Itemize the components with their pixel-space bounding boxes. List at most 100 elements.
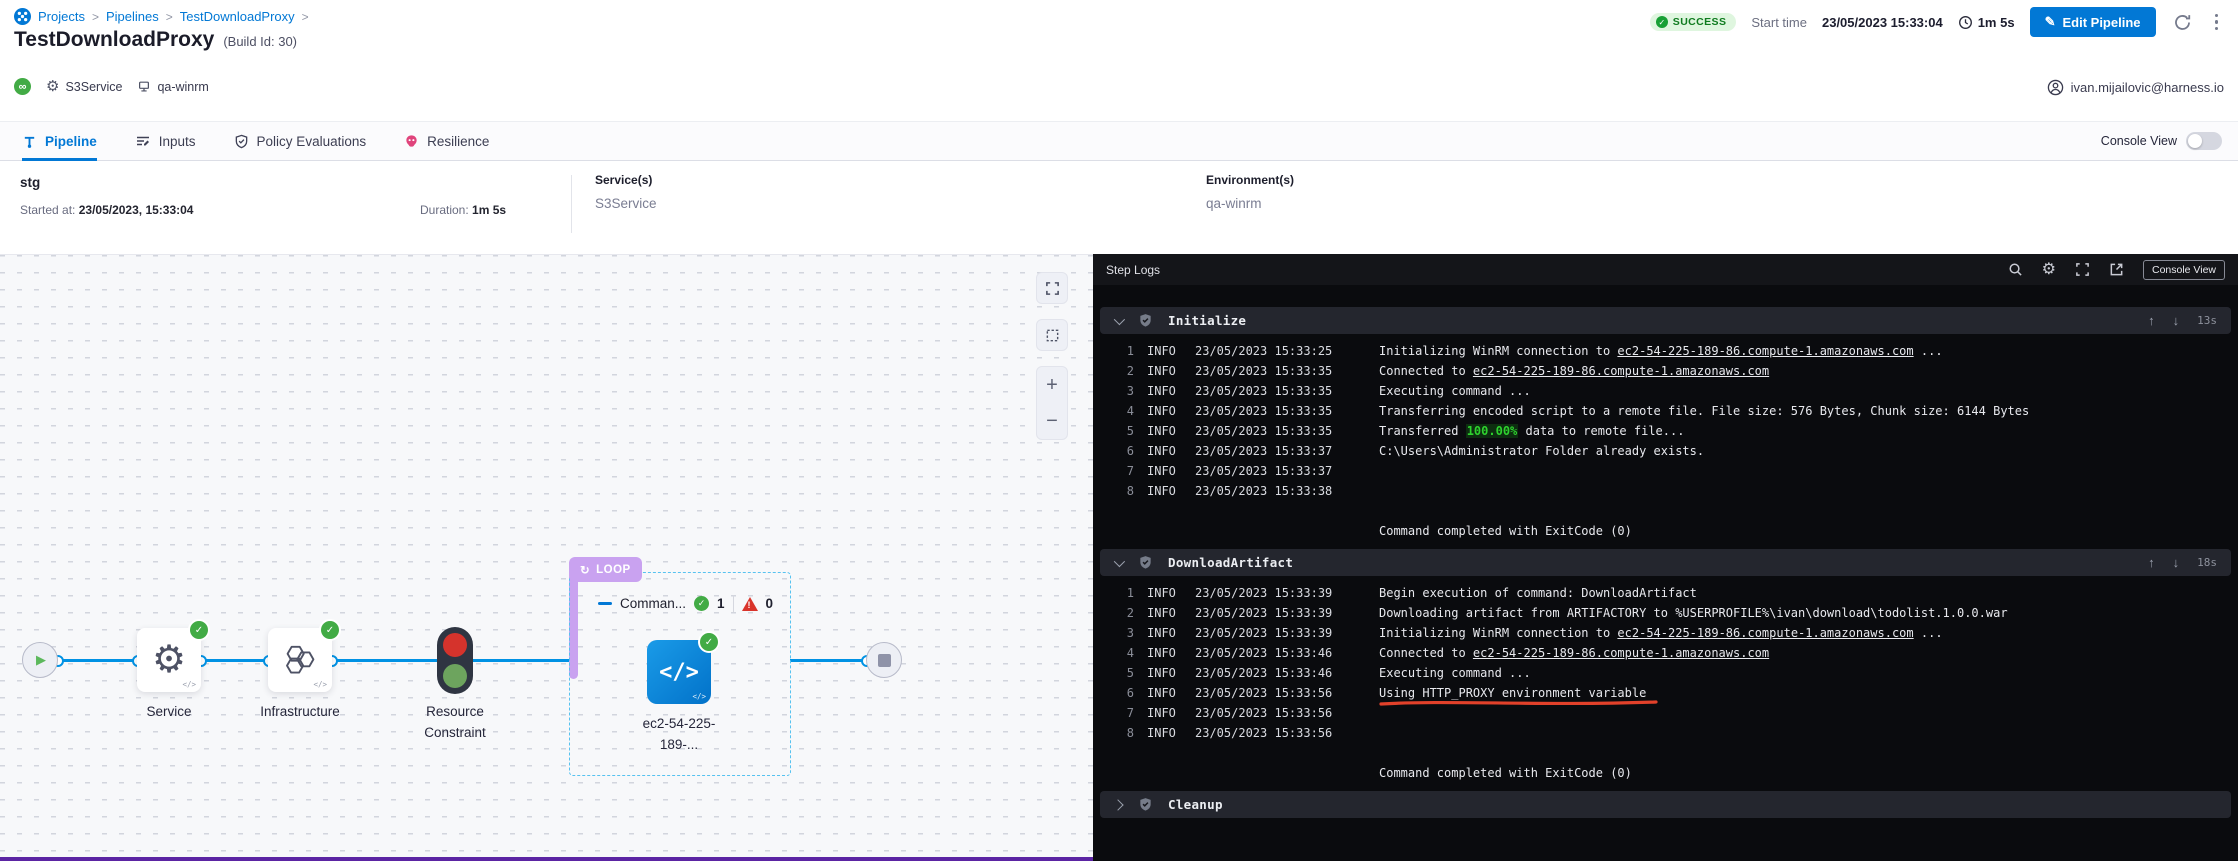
breadcrumb-separator: > — [92, 10, 99, 24]
end-node[interactable] — [866, 642, 902, 678]
environment-value[interactable]: qa-winrm — [1206, 196, 1294, 211]
log-timestamp: 23/05/2023 15:33:37 — [1195, 461, 1379, 481]
log-line: 7INFO23/05/2023 15:33:56 — [1100, 703, 2231, 723]
scroll-down-icon[interactable]: ↓ — [2173, 313, 2180, 328]
tab-inputs-label: Inputs — [159, 134, 196, 149]
duration-chip: 1m 5s — [1958, 15, 2015, 30]
divider — [571, 175, 572, 233]
tab-policy-evaluations[interactable]: Policy Evaluations — [234, 122, 367, 160]
zoom-out-button[interactable]: − — [1046, 411, 1058, 431]
log-link[interactable]: ec2-54-225-189-86.compute-1.amazonaws.co… — [1617, 626, 1913, 640]
log-text: Initializing WinRM connection to — [1379, 344, 1617, 358]
status-label: SUCCESS — [1673, 16, 1727, 28]
log-line: 5INFO23/05/2023 15:33:46Executing comman… — [1100, 663, 2231, 683]
log-timestamp: 23/05/2023 15:33:39 — [1195, 603, 1379, 623]
log-link[interactable]: ec2-54-225-189-86.compute-1.amazonaws.co… — [1617, 344, 1913, 358]
console-view-toggle[interactable] — [2186, 132, 2222, 150]
log-timestamp: 23/05/2023 15:33:38 — [1195, 481, 1379, 501]
scroll-down-icon[interactable]: ↓ — [2173, 555, 2180, 570]
step-logs-panel: Step Logs ⚙ Console View Initialize↑↓13s… — [1093, 254, 2238, 861]
breadcrumb-pipeline-name[interactable]: TestDownloadProxy — [180, 9, 295, 24]
connector-line — [471, 659, 569, 662]
resource-constraint-node[interactable] — [437, 627, 473, 694]
console-view-button[interactable]: Console View — [2143, 260, 2225, 280]
stage-duration-value: 1m 5s — [472, 203, 506, 217]
service-node[interactable]: ⚙ ✓ </> — [137, 628, 201, 692]
log-message: Executing command ... — [1379, 381, 1531, 401]
log-line-number: 3 — [1100, 381, 1134, 401]
log-message: Connected to ec2-54-225-189-86.compute-1… — [1379, 643, 1769, 663]
log-message: Initializing WinRM connection to ec2-54-… — [1379, 341, 1943, 361]
log-footer-line: Command completed with ExitCode (0) — [1100, 521, 2231, 541]
log-timestamp: 23/05/2023 15:33:35 — [1195, 361, 1379, 381]
expand-icon[interactable] — [2075, 262, 2090, 277]
log-text: Executing command ... — [1379, 666, 1531, 680]
log-line: 1INFO23/05/2023 15:33:39Begin execution … — [1100, 583, 2231, 603]
environments-label: Environment(s) — [1206, 173, 1294, 187]
log-level: INFO — [1147, 623, 1187, 643]
warning-triangle-icon — [742, 597, 758, 611]
fit-to-screen-button[interactable] — [1036, 272, 1068, 304]
command-group-header[interactable]: Comman... ✓ 1 0 — [598, 595, 773, 612]
log-section-content: 1INFO23/05/2023 15:33:25Initializing Win… — [1100, 334, 2231, 547]
step-logs-title: Step Logs — [1106, 263, 1160, 277]
log-settings-gear-icon[interactable]: ⚙ — [2042, 262, 2056, 278]
tab-inputs[interactable]: Inputs — [135, 122, 196, 160]
pipeline-canvas[interactable]: ▶ ⚙ ✓ </> Service ✓ </> Infrastructure R… — [0, 254, 1093, 861]
environment-tag[interactable]: qa-winrm — [137, 80, 208, 94]
gear-icon: ⚙ — [46, 79, 59, 94]
log-timestamp: 23/05/2023 15:33:25 — [1195, 341, 1379, 361]
search-icon[interactable] — [2008, 262, 2023, 277]
scroll-up-icon[interactable]: ↑ — [2148, 313, 2155, 328]
log-section-header[interactable]: Cleanup — [1100, 791, 2231, 818]
log-footer-line: Command completed with ExitCode (0) — [1100, 763, 2231, 783]
log-timestamp: 23/05/2023 15:33:39 — [1195, 583, 1379, 603]
scroll-up-icon[interactable]: ↑ — [2148, 555, 2155, 570]
duration-value: 1m 5s — [1978, 15, 2015, 30]
more-options-button[interactable] — [2209, 12, 2225, 33]
open-in-new-icon[interactable] — [2109, 262, 2124, 277]
breadcrumb-pipelines[interactable]: Pipelines — [106, 9, 159, 24]
infrastructure-node[interactable]: ✓ </> — [268, 628, 332, 692]
log-timestamp: 23/05/2023 15:33:35 — [1195, 421, 1379, 441]
service-node-label: Service — [137, 702, 201, 723]
breadcrumb-projects[interactable]: Projects — [38, 9, 85, 24]
log-level: INFO — [1147, 361, 1187, 381]
code-icon: </> — [659, 660, 699, 685]
service-tag[interactable]: ⚙ S3Service — [46, 79, 122, 94]
log-level: INFO — [1147, 441, 1187, 461]
log-level: INFO — [1147, 381, 1187, 401]
edit-pipeline-button[interactable]: ✎ Edit Pipeline — [2030, 7, 2156, 37]
log-section-header[interactable]: Initialize↑↓13s — [1100, 307, 2231, 334]
log-line-number: 4 — [1100, 643, 1134, 663]
log-timestamp: 23/05/2023 15:33:35 — [1195, 381, 1379, 401]
console-view-label: Console View — [2101, 134, 2177, 148]
log-line-number: 1 — [1100, 583, 1134, 603]
log-level: INFO — [1147, 401, 1187, 421]
service-value[interactable]: S3Service — [595, 196, 657, 211]
log-level: INFO — [1147, 723, 1187, 743]
log-link[interactable]: ec2-54-225-189-86.compute-1.amazonaws.co… — [1473, 646, 1769, 660]
build-id-label: (Build Id: 30) — [223, 34, 297, 49]
zoom-in-button[interactable]: + — [1046, 375, 1058, 395]
stage-started-value: 23/05/2023, 15:33:04 — [79, 203, 194, 217]
log-timestamp: 23/05/2023 15:33:56 — [1195, 723, 1379, 743]
log-text: data to remote file... — [1518, 424, 1684, 438]
refresh-button[interactable] — [2171, 11, 2194, 34]
log-link[interactable]: ec2-54-225-189-86.compute-1.amazonaws.co… — [1473, 364, 1769, 378]
tab-pipeline[interactable]: Pipeline — [22, 122, 97, 160]
service-tag-label: S3Service — [65, 80, 122, 94]
stage-duration-label: Duration: — [420, 203, 469, 217]
log-footer-message: Command completed with ExitCode (0) — [1379, 521, 1632, 541]
start-node[interactable]: ▶ — [22, 642, 58, 678]
marquee-select-button[interactable] — [1036, 319, 1068, 351]
log-section-header[interactable]: DownloadArtifact↑↓18s — [1100, 549, 2231, 576]
divider — [733, 595, 734, 612]
collapse-minus-icon[interactable] — [598, 602, 612, 605]
command-step-node[interactable]: </> ✓ </> — [647, 640, 711, 704]
log-line-number: 8 — [1100, 723, 1134, 743]
environment-icon — [137, 80, 151, 94]
code-mark-icon: </> — [313, 680, 327, 689]
tab-resilience[interactable]: Resilience — [404, 122, 489, 160]
log-text: Transferred — [1379, 424, 1466, 438]
